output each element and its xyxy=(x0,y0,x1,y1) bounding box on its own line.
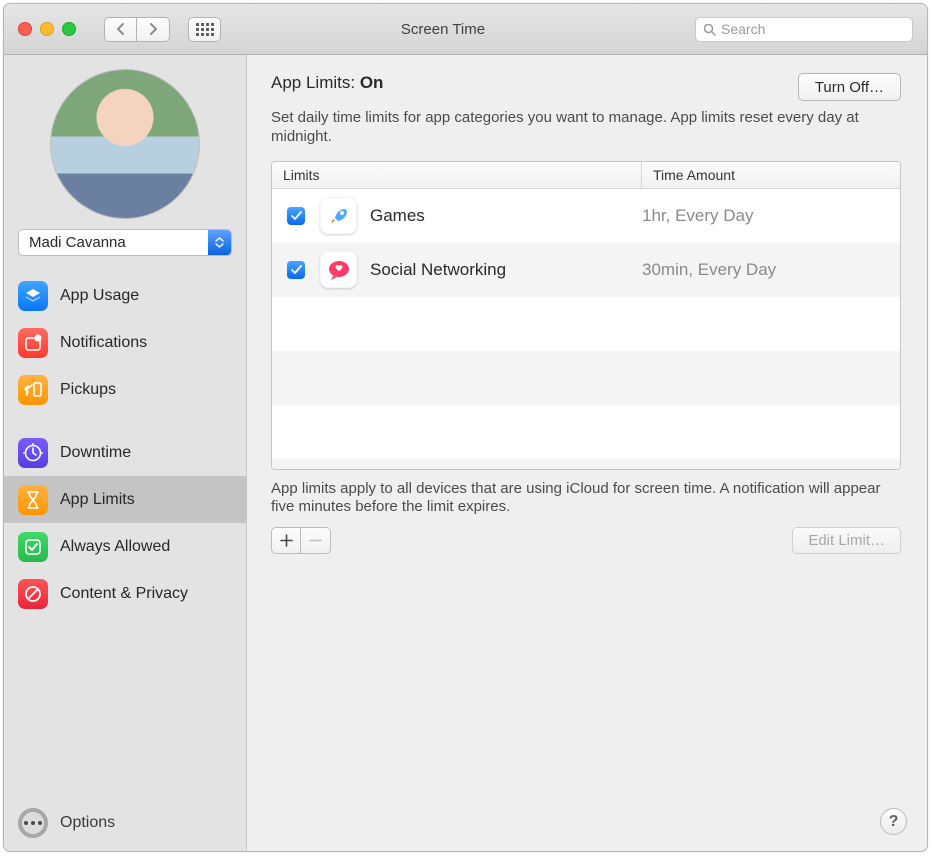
no-entry-icon xyxy=(18,579,48,609)
sidebar: Madi Cavanna App Usage Notifications xyxy=(4,55,247,851)
limit-name: Games xyxy=(370,206,642,226)
sidebar-item-notifications[interactable]: Notifications xyxy=(4,319,246,366)
limit-name: Social Networking xyxy=(370,260,642,280)
remove-limit-button[interactable] xyxy=(301,527,331,554)
table-row-empty xyxy=(272,405,900,459)
options-label: Options xyxy=(60,814,115,832)
window: Screen Time Search Madi Cavanna App Usag… xyxy=(3,3,928,852)
user-name: Madi Cavanna xyxy=(29,234,126,251)
sidebar-item-content-privacy[interactable]: Content & Privacy xyxy=(4,570,246,617)
minus-icon xyxy=(309,534,322,547)
pickup-icon xyxy=(18,375,48,405)
table-actions: Edit Limit… xyxy=(271,527,901,554)
sidebar-item-app-usage[interactable]: App Usage xyxy=(4,272,246,319)
badge-icon xyxy=(18,328,48,358)
user-avatar[interactable] xyxy=(50,69,200,219)
dropdown-indicator xyxy=(208,230,231,255)
layers-icon xyxy=(18,281,48,311)
table-row-empty xyxy=(272,459,900,469)
window-body: Madi Cavanna App Usage Notifications xyxy=(4,55,927,851)
sidebar-item-label: Downtime xyxy=(60,444,131,462)
table-row-empty xyxy=(272,297,900,351)
plus-icon xyxy=(280,534,293,547)
sidebar-item-pickups[interactable]: Pickups xyxy=(4,366,246,413)
limit-time: 1hr, Every Day xyxy=(642,206,754,226)
sidebar-options[interactable]: Options xyxy=(4,795,246,851)
grid-icon xyxy=(196,23,214,36)
show-all-button[interactable] xyxy=(188,17,221,42)
sidebar-list: App Usage Notifications Pickups Downtime xyxy=(4,272,246,617)
zoom-button[interactable] xyxy=(62,22,76,36)
check-icon xyxy=(291,265,302,275)
footer-note: App limits apply to all devices that are… xyxy=(271,480,901,518)
table-row[interactable]: Games 1hr, Every Day xyxy=(272,189,900,243)
sidebar-item-app-limits[interactable]: App Limits xyxy=(4,476,246,523)
limits-table: Limits Time Amount Games 1hr, Every Day xyxy=(271,161,901,470)
traffic-lights xyxy=(18,22,76,36)
back-button[interactable] xyxy=(104,17,137,42)
check-shield-icon xyxy=(18,532,48,562)
table-row[interactable]: Social Networking 30min, Every Day xyxy=(272,243,900,297)
sidebar-item-label: App Limits xyxy=(60,491,135,509)
forward-button[interactable] xyxy=(137,17,170,42)
sidebar-item-label: Always Allowed xyxy=(60,538,170,556)
sidebar-item-label: App Usage xyxy=(60,287,139,305)
nav-buttons xyxy=(104,17,170,42)
add-limit-button[interactable] xyxy=(271,527,301,554)
table-body: Games 1hr, Every Day Social Networking 3… xyxy=(272,189,900,469)
limit-checkbox[interactable] xyxy=(287,261,305,279)
search-placeholder: Search xyxy=(721,21,765,37)
page-description: Set daily time limits for app categories… xyxy=(271,109,871,147)
rocket-icon xyxy=(320,197,357,234)
clock-icon xyxy=(18,438,48,468)
limit-checkbox[interactable] xyxy=(287,207,305,225)
hourglass-icon xyxy=(18,485,48,515)
page-title: App Limits: On xyxy=(271,73,383,93)
options-icon xyxy=(18,808,48,838)
table-header: Limits Time Amount xyxy=(272,162,900,189)
chevron-down-icon xyxy=(215,243,224,248)
chat-heart-icon xyxy=(320,251,357,288)
question-icon: ? xyxy=(889,813,899,831)
chevron-up-icon xyxy=(215,237,224,242)
check-icon xyxy=(291,211,302,221)
edit-limit-button[interactable]: Edit Limit… xyxy=(792,527,901,554)
chevron-left-icon xyxy=(116,23,126,35)
column-time[interactable]: Time Amount xyxy=(642,162,735,188)
close-button[interactable] xyxy=(18,22,32,36)
turn-off-button[interactable]: Turn Off… xyxy=(798,73,901,101)
titlebar: Screen Time Search xyxy=(4,4,927,55)
header-row: App Limits: On Turn Off… xyxy=(271,73,901,101)
column-limits[interactable]: Limits xyxy=(272,162,642,188)
limit-time: 30min, Every Day xyxy=(642,260,776,280)
search-field[interactable]: Search xyxy=(695,17,913,42)
sidebar-item-label: Pickups xyxy=(60,381,116,399)
search-icon xyxy=(703,23,716,36)
help-button[interactable]: ? xyxy=(880,808,907,835)
sidebar-item-always-allowed[interactable]: Always Allowed xyxy=(4,523,246,570)
minimize-button[interactable] xyxy=(40,22,54,36)
chevron-right-icon xyxy=(148,23,158,35)
sidebar-item-downtime[interactable]: Downtime xyxy=(4,429,246,476)
window-title: Screen Time xyxy=(231,21,685,38)
user-selector[interactable]: Madi Cavanna xyxy=(18,229,232,256)
table-row-empty xyxy=(272,351,900,405)
main-content: App Limits: On Turn Off… Set daily time … xyxy=(247,55,927,851)
sidebar-item-label: Notifications xyxy=(60,334,147,352)
sidebar-item-label: Content & Privacy xyxy=(60,585,188,603)
